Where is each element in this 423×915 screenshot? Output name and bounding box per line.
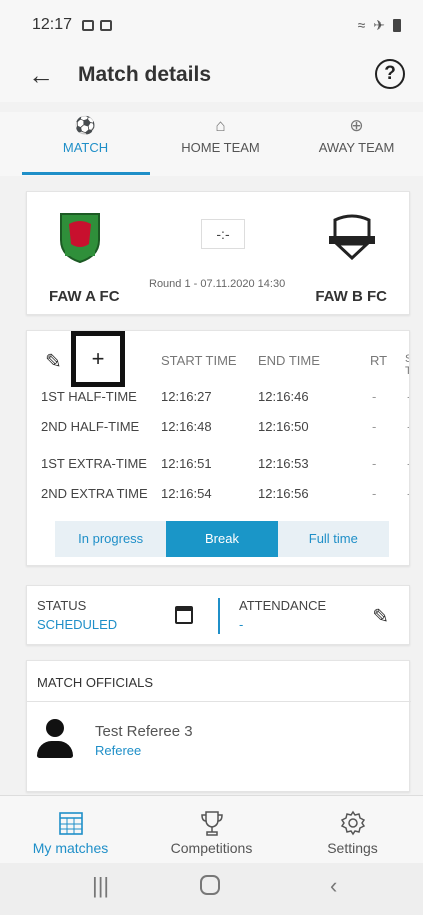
attendance-label: ATTENDANCE [239,598,327,613]
active-tab-indicator [22,172,150,175]
header-rt: RT [370,353,388,368]
gallery-notification-icon [82,19,95,31]
battery-icon [393,18,401,32]
state-in-progress-button[interactable]: In progress [55,521,166,557]
period-end: 12:16:56 [258,486,309,501]
tab-label: AWAY TEAM [318,140,395,155]
period-rt: - [372,456,377,471]
period-rt: - [372,419,377,434]
calendar-icon[interactable] [175,606,193,624]
header-extra: S T [405,353,409,377]
period-end: 12:16:53 [258,456,309,471]
period-rt: - [372,389,377,404]
period-start: 12:16:54 [161,486,212,501]
officials-title: MATCH OFFICIALS [37,675,154,690]
app-bar: ← Match details ? [0,50,423,102]
nav-label: My matches [32,840,109,856]
period-start: 12:16:51 [161,456,212,471]
official-name[interactable]: Test Referee 3 [95,723,193,740]
page-title: Match details [78,63,212,86]
gear-icon [282,806,423,840]
nav-settings[interactable]: Settings [282,806,423,856]
score-box: -:- [201,219,245,249]
tab-match[interactable]: ⚽ MATCH [15,112,156,155]
back-arrow-icon[interactable]: ← [28,60,54,91]
period-extra: - [407,419,409,434]
period-name: 2ND EXTRA TIME [41,486,148,501]
period-extra: - [407,456,409,471]
period-start: 12:16:48 [161,419,212,434]
official-role: Referee [95,743,142,758]
nav-label: Competitions [170,840,253,856]
away-team-crest-icon [329,214,375,260]
status-value: SCHEDULED [37,617,118,632]
divider [27,701,411,702]
divider [218,598,220,634]
tab-label: HOME TEAM [181,140,260,155]
period-name: 2ND HALF-TIME [41,419,140,434]
status-label: STATUS [37,598,87,613]
period-end: 12:16:46 [258,389,309,404]
edit-pencil-icon[interactable]: ✎ [45,349,62,374]
tab-label: MATCH [62,140,109,155]
status-bar: 12:17 ≈ ✈ [0,0,423,50]
period-extra: - [407,389,409,404]
back-nav-icon[interactable]: ‹ [330,873,337,899]
header-end-time: END TIME [258,353,320,368]
system-navigation-bar: ||| ‹ [0,863,423,915]
state-full-time-button[interactable]: Full time [278,521,389,557]
match-state-selector: In progress Break Full time [55,521,389,557]
round-info: Round 1 - 07.11.2020 14:30 [149,278,286,290]
help-icon[interactable]: ? [375,59,405,89]
recent-apps-icon[interactable]: ||| [92,873,109,899]
calendar-grid-icon [0,806,141,840]
home-button-icon[interactable] [200,875,220,895]
airplane-mode-icon: ✈ [373,16,385,33]
period-extra: - [407,486,409,501]
home-icon: ⌂ [215,116,226,135]
person-icon [37,719,73,759]
state-break-button[interactable]: Break [166,521,278,557]
plane-icon: ⊕ [349,116,364,135]
wifi-icon: ≈ [357,17,366,33]
add-period-button[interactable]: + [71,331,125,387]
edit-attendance-icon[interactable]: ✎ [372,604,389,629]
match-officials-card: MATCH OFFICIALS Test Referee 3 Referee [26,660,411,792]
period-end: 12:16:50 [258,419,309,434]
nav-competitions[interactable]: Competitions [141,806,282,856]
period-start: 12:16:27 [161,389,212,404]
bottom-navigation: My matches Competitions Settings [0,795,423,863]
trophy-icon [141,806,282,840]
app-notification-icon [100,19,113,31]
attendance-value: - [239,617,244,632]
tab-home-team[interactable]: ⌂ HOME TEAM [150,112,291,155]
tab-away-team[interactable]: ⊕ AWAY TEAM [286,112,423,155]
home-team-name: FAW A FC [49,288,120,305]
period-name: 1ST EXTRA-TIME [41,456,147,471]
tab-bar: ⚽ MATCH ⌂ HOME TEAM ⊕ AWAY TEAM [0,112,423,176]
match-teams-card: -:- Round 1 - 07.11.2020 14:30 FAW A FC … [26,191,410,315]
status-attendance-card: STATUS SCHEDULED ATTENDANCE - ✎ [26,585,410,645]
away-team-name: FAW B FC [315,288,387,305]
nav-label: Settings [327,840,378,856]
ball-icon: ⚽ [74,116,97,135]
period-rt: - [372,486,377,501]
header-start-time: START TIME [161,353,237,368]
nav-my-matches[interactable]: My matches [0,806,141,856]
match-periods-card: ✎ + START TIME END TIME RT S T 1ST HALF-… [26,330,410,566]
period-name: 1ST HALF-TIME [41,389,137,404]
home-team-crest-icon [60,213,100,264]
status-time: 12:17 [32,16,73,33]
